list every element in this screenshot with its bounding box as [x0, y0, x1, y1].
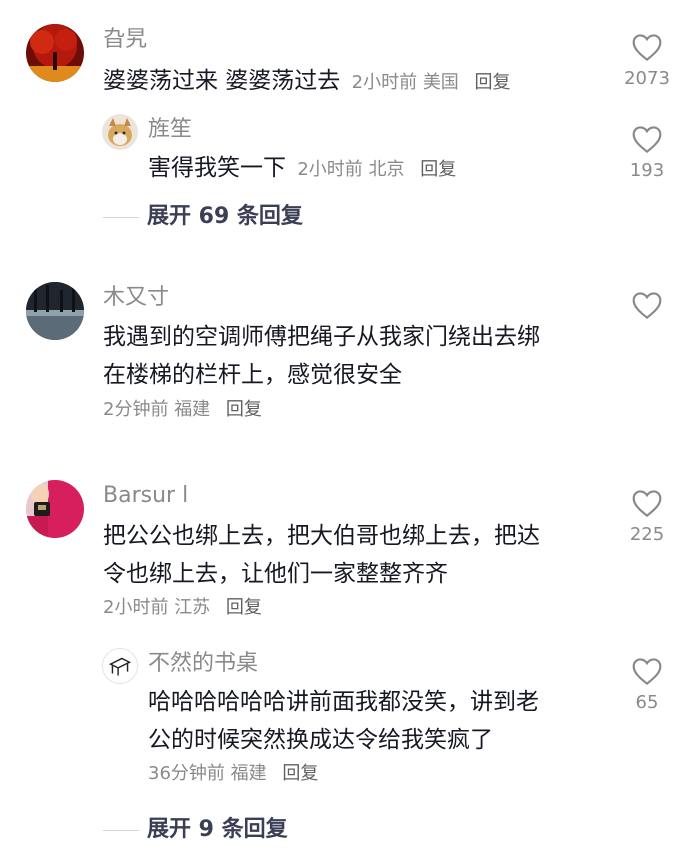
heart-outline-icon [632, 292, 662, 320]
reply-avatar[interactable] [102, 648, 138, 684]
comment-username[interactable]: Barsur l [103, 483, 188, 509]
comment-text-line: 在楼梯的栏杆上，感觉很安全 [103, 362, 402, 388]
comment-time: 2分钟前 [103, 399, 169, 420]
like-count: 193 [629, 160, 665, 181]
comment-text-line: 令也绑上去，让他们一家整整齐齐 [103, 561, 448, 587]
reply-time: 2小时前 [297, 159, 363, 180]
reply-location: 北京 [368, 159, 405, 180]
avatar[interactable] [26, 24, 84, 82]
reply-button[interactable]: 回复 [226, 597, 262, 618]
like-button[interactable]: 2073 [617, 32, 677, 90]
avatar-image [26, 24, 84, 82]
reply-button[interactable]: 回复 [420, 159, 456, 180]
like-count: 225 [629, 524, 665, 545]
comment-text: 婆婆荡过来 婆婆荡过去 2小时前 美国 回复 [103, 62, 511, 100]
heart-outline-icon [632, 126, 662, 154]
divider-line [103, 829, 139, 831]
comment-time: 2小时前 [351, 72, 418, 93]
reply-button[interactable]: 回复 [475, 72, 511, 93]
comment-meta: 2小时前 江苏 回复 [103, 596, 262, 620]
like-count: 65 [635, 692, 659, 713]
reply-text-line: 害得我笑一下 [148, 155, 286, 181]
heart-outline-icon [632, 490, 662, 518]
comment-text-line: 把公公也绑上去，把大伯哥也绑上去，把达 [103, 523, 540, 549]
avatar[interactable] [26, 282, 84, 340]
heart-outline-icon [632, 658, 662, 686]
reply-username[interactable]: 不然的书桌 [148, 651, 258, 677]
avatar-image [26, 282, 84, 340]
reply-text: 害得我笑一下 2小时前 北京 回复 [148, 149, 456, 187]
avatar-image [102, 114, 138, 150]
like-button[interactable]: 65 [617, 656, 677, 714]
reply-text-line: 公的时候突然换成达令给我笑疯了 [148, 727, 493, 753]
comment-text: 把公公也绑上去，把大伯哥也绑上去，把达 令也绑上去，让他们一家整整齐齐 [103, 517, 540, 593]
like-count: 2073 [624, 68, 670, 89]
comment-text-line: 婆婆荡过来 婆婆荡过去 [103, 68, 341, 94]
comment-username[interactable]: 木又寸 [103, 285, 169, 311]
avatar[interactable] [26, 480, 84, 538]
comment-text-line: 我遇到的空调师傅把绳子从我家门绕出去绑 [103, 324, 540, 350]
reply-avatar[interactable] [102, 114, 138, 150]
reply-text: 哈哈哈哈哈哈讲前面我都没笑，讲到老 公的时候突然换成达令给我笑疯了 [148, 683, 539, 759]
comment-location: 福建 [174, 399, 211, 420]
reply-meta: 2小时前 北京 回复 [297, 159, 456, 180]
comment-username[interactable]: 旮旯 [103, 27, 147, 53]
reply-text-line: 哈哈哈哈哈哈讲前面我都没笑，讲到老 [148, 689, 539, 715]
like-button[interactable]: 193 [617, 124, 677, 182]
avatar-image [103, 649, 137, 683]
heart-outline-icon [632, 34, 662, 62]
reply-button[interactable]: 回复 [282, 763, 318, 784]
comment-location: 美国 [422, 72, 459, 93]
comment-meta: 2分钟前 福建 回复 [103, 398, 262, 422]
like-button[interactable] [617, 290, 677, 320]
comment-text: 我遇到的空调师傅把绳子从我家门绕出去绑 在楼梯的栏杆上，感觉很安全 [103, 318, 540, 394]
comment-meta: 2小时前 美国 回复 [352, 72, 511, 93]
reply-time: 36分钟前 [148, 763, 225, 784]
expand-replies-button[interactable]: 展开 9 条回复 [103, 816, 288, 844]
comment-location: 江苏 [174, 597, 211, 618]
reply-meta: 36分钟前 福建 回复 [148, 762, 318, 786]
expand-replies-label: 展开 9 条回复 [147, 817, 288, 842]
expand-replies-label: 展开 69 条回复 [147, 204, 303, 229]
reply-username[interactable]: 旌笙 [148, 117, 192, 143]
expand-replies-button[interactable]: 展开 69 条回复 [103, 203, 303, 231]
reply-location: 福建 [230, 763, 267, 784]
reply-button[interactable]: 回复 [226, 399, 262, 420]
comment-time: 2小时前 [103, 597, 169, 618]
like-button[interactable]: 225 [617, 488, 677, 546]
avatar-image [26, 480, 84, 538]
divider-line [103, 216, 139, 218]
